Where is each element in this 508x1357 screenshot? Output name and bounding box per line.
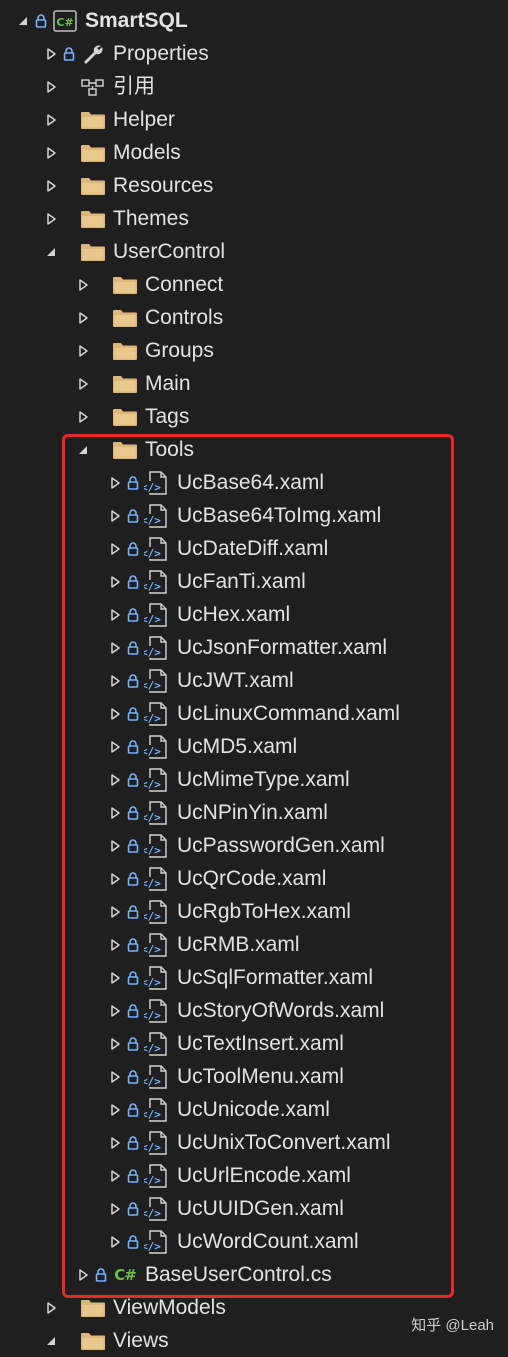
folder-icon	[111, 268, 139, 301]
lock-icon	[62, 103, 76, 136]
lock-icon	[94, 367, 108, 400]
lock-icon	[62, 136, 76, 169]
folder-icon	[79, 103, 107, 136]
tree-item-label: Helper	[113, 108, 175, 131]
chevron-right-icon[interactable]	[44, 1291, 58, 1324]
tree-item-tags[interactable]: Tags	[0, 400, 508, 433]
lock-icon	[62, 70, 76, 103]
folder-icon	[111, 367, 139, 400]
watermark: 知乎 @Leah	[411, 1317, 494, 1334]
tree-item-helper[interactable]: Helper	[0, 103, 508, 136]
folder-icon	[111, 301, 139, 334]
lock-icon	[34, 4, 48, 37]
tree-item-label: Resources	[113, 174, 214, 197]
lock-icon	[62, 235, 76, 268]
chevron-right-icon[interactable]	[44, 70, 58, 103]
tree-item-label: Views	[113, 1329, 169, 1352]
chevron-right-icon[interactable]	[76, 268, 90, 301]
tree-item-label: UserControl	[113, 240, 226, 263]
tree-item-label: Main	[145, 372, 191, 395]
tree-item-label: Connect	[145, 273, 224, 296]
lock-icon	[94, 400, 108, 433]
tree-item-label: 引用	[113, 75, 155, 98]
tree-item-main[interactable]: Main	[0, 367, 508, 400]
lock-icon	[62, 1324, 76, 1357]
tree-item-label: Properties	[113, 42, 209, 65]
tree-item-references[interactable]: 引用	[0, 70, 508, 103]
folder-icon	[79, 169, 107, 202]
chevron-right-icon[interactable]	[44, 169, 58, 202]
tree-item-properties[interactable]: Properties	[0, 37, 508, 70]
highlight-box	[62, 434, 454, 1298]
chevron-down-icon[interactable]	[44, 235, 58, 268]
lock-icon	[94, 334, 108, 367]
project-name: SmartSQL	[85, 9, 188, 32]
folder-icon	[79, 1324, 107, 1357]
csharp-project-icon: C#	[51, 4, 79, 37]
references-icon	[79, 70, 107, 103]
tree-item-themes[interactable]: Themes	[0, 202, 508, 235]
tree-item-controls[interactable]: Controls	[0, 301, 508, 334]
folder-icon	[111, 334, 139, 367]
svg-text:C#: C#	[56, 16, 73, 29]
tree-item-usercontrol[interactable]: UserControl	[0, 235, 508, 268]
lock-icon	[62, 202, 76, 235]
lock-icon	[94, 301, 108, 334]
tree-item-label: Tags	[145, 405, 190, 428]
folder-icon	[111, 400, 139, 433]
folder-icon	[79, 202, 107, 235]
tree-item-groups[interactable]: Groups	[0, 334, 508, 367]
chevron-right-icon[interactable]	[76, 367, 90, 400]
tree-item-label: Themes	[113, 207, 189, 230]
chevron-right-icon[interactable]	[76, 301, 90, 334]
chevron-right-icon[interactable]	[44, 202, 58, 235]
folder-icon	[79, 136, 107, 169]
chevron-right-icon[interactable]	[76, 400, 90, 433]
tree-item-resources[interactable]: Resources	[0, 169, 508, 202]
chevron-down-icon[interactable]	[44, 1324, 58, 1357]
tree-item-label: Controls	[145, 306, 224, 329]
lock-icon	[62, 169, 76, 202]
tree-item-connect[interactable]: Connect	[0, 268, 508, 301]
chevron-down-icon[interactable]	[16, 4, 30, 37]
chevron-right-icon[interactable]	[44, 37, 58, 70]
chevron-right-icon[interactable]	[76, 334, 90, 367]
folder-icon	[79, 235, 107, 268]
lock-icon	[62, 37, 76, 70]
tree-item-models[interactable]: Models	[0, 136, 508, 169]
chevron-right-icon[interactable]	[44, 103, 58, 136]
tree-item-label: Groups	[145, 339, 214, 362]
project-node-smartsql[interactable]: C# SmartSQL	[0, 4, 508, 37]
chevron-right-icon[interactable]	[44, 136, 58, 169]
lock-icon	[94, 268, 108, 301]
tree-item-label: Models	[113, 141, 181, 164]
wrench-icon	[79, 37, 107, 70]
